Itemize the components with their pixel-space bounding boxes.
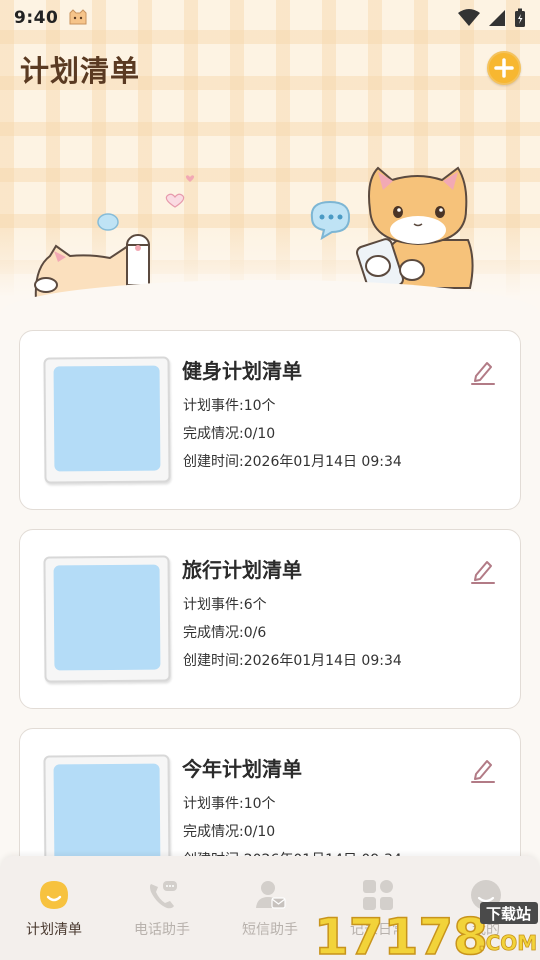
plan-progress: 完成情况:0/10 <box>183 426 276 442</box>
cat-illustration <box>34 166 474 300</box>
nav-label: 电话助手 <box>134 922 190 938</box>
page-title: 计划清单 <box>20 54 141 88</box>
status-time: 9:40 <box>14 8 59 28</box>
plan-thumbnail <box>43 356 171 484</box>
nav-item-sms[interactable]: 短信助手 <box>216 878 324 960</box>
plan-title: 健身计划清单 <box>182 359 302 383</box>
wifi-icon <box>458 9 480 26</box>
plan-title: 旅行计划清单 <box>182 558 302 582</box>
add-plan-button[interactable] <box>487 51 521 85</box>
cat-with-phone-icon <box>356 166 474 294</box>
phone-icon <box>145 878 179 912</box>
nav-item-plan-list[interactable]: 计划清单 <box>0 878 108 960</box>
watermark-suffix: .COM <box>478 931 537 955</box>
nav-item-phone[interactable]: 电话助手 <box>108 878 216 960</box>
plan-created: 创建时间:2026年01月14日 09:34 <box>183 653 402 669</box>
signal-icon <box>489 10 505 26</box>
watermark-logo: 17178 下载站 .COM <box>313 902 538 960</box>
edit-icon[interactable] <box>470 756 496 784</box>
status-bar: 9:40 <box>0 0 540 36</box>
plan-card[interactable]: 健身计划清单 计划事件:10个 完成情况:0/10 创建时间:2026年01月1… <box>19 330 521 510</box>
chat-bubble-small-icon <box>97 213 119 231</box>
plan-progress: 完成情况:0/10 <box>183 824 276 840</box>
edit-icon[interactable] <box>470 557 496 585</box>
edit-icon[interactable] <box>470 358 496 386</box>
plan-title: 今年计划清单 <box>182 757 302 781</box>
plan-list: 健身计划清单 计划事件:10个 完成情况:0/10 创建时间:2026年01月1… <box>19 330 521 927</box>
nav-label: 计划清单 <box>26 922 82 938</box>
watermark-text: 17178 <box>314 908 488 960</box>
smile-icon <box>37 878 71 912</box>
contact-icon <box>253 878 287 912</box>
plan-events: 计划事件:6个 <box>183 597 267 613</box>
hearts-icon <box>165 175 195 208</box>
watermark-badge: 下载站 <box>486 905 531 923</box>
plan-card[interactable]: 旅行计划清单 计划事件:6个 完成情况:0/6 创建时间:2026年01月14日… <box>19 529 521 709</box>
plan-events: 计划事件:10个 <box>183 398 276 414</box>
nav-label: 短信助手 <box>242 922 298 938</box>
battery-icon <box>515 8 525 27</box>
plan-created: 创建时间:2026年01月14日 09:34 <box>183 454 402 470</box>
plan-progress: 完成情况:0/6 <box>183 625 267 641</box>
notification-cat-icon <box>69 9 87 25</box>
plan-events: 计划事件:10个 <box>183 796 276 812</box>
plus-icon <box>494 58 514 78</box>
chat-bubble-icon <box>310 200 351 241</box>
plan-thumbnail <box>43 555 171 683</box>
